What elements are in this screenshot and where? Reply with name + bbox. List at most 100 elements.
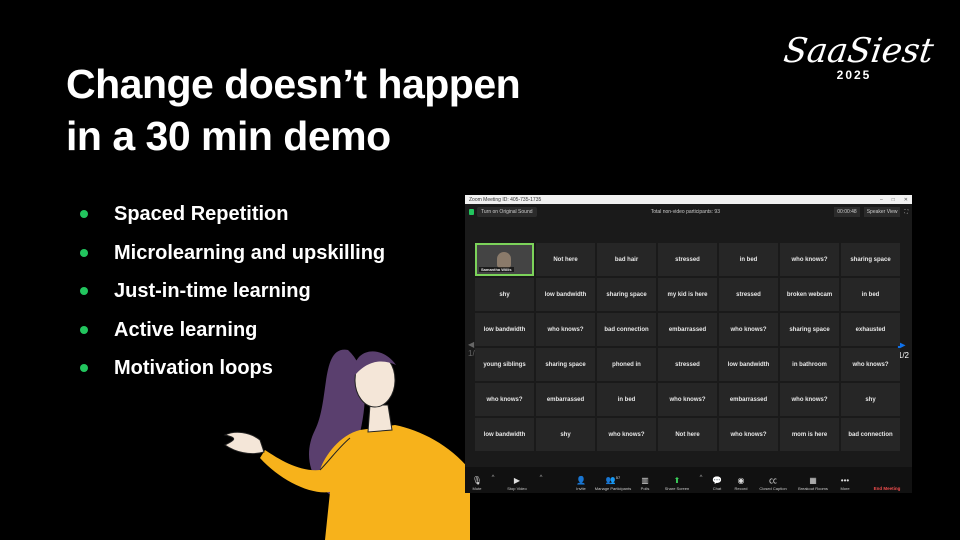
participant-tile[interactable]: low bandwidth	[475, 313, 534, 346]
participant-tile-label: who knows?	[730, 431, 767, 438]
participant-tile[interactable]: sharing space	[780, 313, 839, 346]
more-button[interactable]: ••• More	[833, 476, 857, 491]
participant-name-label: Samantha Willis	[479, 267, 514, 272]
manage-participants-button[interactable]: 👥57 Manage Participants	[593, 473, 633, 491]
mute-button[interactable]: 🎙 Mute	[465, 476, 489, 491]
closed-caption-button[interactable]: ㏄ Closed Caption	[753, 476, 793, 491]
participant-tile-label: low bandwidth	[483, 326, 526, 333]
polls-icon: ▥	[641, 476, 649, 485]
bullet-item: Just-in-time learning	[78, 279, 385, 318]
participant-tile[interactable]: Not here	[536, 243, 595, 276]
zoom-meeting-window: Zoom Meeting ID: 405-735-1735 – □ ✕ Turn…	[465, 195, 912, 493]
slide-title-line-2: in a 30 min demo	[66, 113, 391, 159]
participant-tile-label: low bandwidth	[727, 361, 770, 368]
participant-tile[interactable]: shy	[475, 278, 534, 311]
share-options-caret[interactable]: ^	[697, 475, 705, 481]
maximize-icon[interactable]: □	[892, 197, 895, 203]
participant-tile[interactable]: bad connection	[841, 418, 900, 451]
participant-tile[interactable]: embarrassed	[719, 383, 778, 416]
participant-video-tile[interactable]: Samantha Willis	[475, 243, 534, 276]
participant-tile[interactable]: who knows?	[536, 313, 595, 346]
participant-tile[interactable]: bad hair	[597, 243, 656, 276]
participant-tile[interactable]: stressed	[658, 348, 717, 381]
meeting-timer: 00:00:48	[834, 207, 860, 217]
participant-tile[interactable]: who knows?	[719, 313, 778, 346]
presenter-hand	[223, 431, 265, 455]
participant-tile[interactable]: in bed	[597, 383, 656, 416]
breakout-rooms-icon: ▦	[809, 476, 817, 485]
polls-button[interactable]: ▥ Polls	[633, 476, 657, 491]
participant-tile-label: embarrassed	[729, 396, 768, 403]
participant-tile-label: exhausted	[855, 326, 886, 333]
participant-tile[interactable]: young siblings	[475, 348, 534, 381]
participant-tile[interactable]: shy	[536, 418, 595, 451]
saasiest-logo: SaaSiest 2025	[781, 31, 936, 82]
participant-tile[interactable]: in bathroom	[780, 348, 839, 381]
participant-tile[interactable]: who knows?	[475, 383, 534, 416]
minimize-icon[interactable]: –	[880, 197, 883, 203]
participant-tile-label: broken webcam	[786, 291, 833, 298]
participant-tile[interactable]: who knows?	[780, 383, 839, 416]
bullet-text: Just-in-time learning	[114, 280, 311, 302]
participant-tile[interactable]: stressed	[719, 278, 778, 311]
participant-tile[interactable]: embarrassed	[536, 383, 595, 416]
participant-tile[interactable]: sharing space	[841, 243, 900, 276]
end-meeting-button[interactable]: End Meeting	[868, 486, 906, 491]
participant-tile[interactable]: stressed	[658, 243, 717, 276]
participant-tile-label: who knows?	[791, 396, 828, 403]
breakout-rooms-button[interactable]: ▦ Breakout Rooms	[793, 476, 833, 491]
video-options-caret[interactable]: ^	[537, 475, 545, 481]
bullet-dot	[80, 210, 88, 218]
participant-tile[interactable]: sharing space	[597, 278, 656, 311]
participant-tile-label: low bandwidth	[483, 431, 526, 438]
participant-tile[interactable]: my kid is here	[658, 278, 717, 311]
participant-tile[interactable]: who knows?	[658, 383, 717, 416]
participant-tile[interactable]: broken webcam	[780, 278, 839, 311]
participants-count-label[interactable]: Total non-video participants: 93	[537, 209, 835, 215]
participant-tile-label: young siblings	[483, 361, 526, 368]
participants-badge: 57	[615, 475, 621, 481]
invite-icon: 👤	[576, 476, 586, 485]
participant-tile[interactable]: in bed	[841, 278, 900, 311]
participant-tile-label: embarrassed	[668, 326, 707, 333]
participant-tile[interactable]: phoned in	[597, 348, 656, 381]
encryption-lock-icon[interactable]	[469, 209, 474, 215]
bullet-text: Microlearning and upskilling	[114, 241, 386, 264]
more-icon: •••	[840, 476, 850, 485]
bullet-item: Microlearning and upskilling	[78, 241, 385, 280]
participant-tile[interactable]: mom is here	[780, 418, 839, 451]
participant-tile[interactable]: shy	[841, 383, 900, 416]
record-icon: ◉	[737, 476, 745, 485]
participant-tile-label: shy	[560, 431, 571, 438]
speaker-view-button[interactable]: Speaker View	[863, 207, 901, 217]
presenter-neck	[367, 404, 393, 433]
participant-tile[interactable]: who knows?	[780, 243, 839, 276]
video-camera-icon: ▶	[513, 476, 521, 485]
participant-tile[interactable]: who knows?	[719, 418, 778, 451]
participant-tile[interactable]: sharing space	[536, 348, 595, 381]
record-button[interactable]: ◉ Record	[729, 476, 753, 491]
presenter-illustration	[223, 349, 470, 540]
participant-tile-label: stressed	[736, 291, 761, 298]
participant-tile[interactable]: low bandwidth	[475, 418, 534, 451]
original-sound-button[interactable]: Turn on Original Sound	[477, 207, 537, 217]
chat-button[interactable]: 💬 Chat	[705, 476, 729, 491]
participant-tile-label: Not here	[675, 431, 700, 438]
participant-tile[interactable]: low bandwidth	[719, 348, 778, 381]
participant-tile[interactable]: bad connection	[597, 313, 656, 346]
participant-tile[interactable]: who knows?	[597, 418, 656, 451]
fullscreen-icon[interactable]: ⛶	[904, 209, 908, 215]
stop-video-button[interactable]: ▶ Stop Video	[497, 476, 537, 491]
participant-tile[interactable]: who knows?	[841, 348, 900, 381]
participant-tile[interactable]: embarrassed	[658, 313, 717, 346]
close-icon[interactable]: ✕	[904, 197, 908, 203]
participant-tile[interactable]: Not here	[658, 418, 717, 451]
participant-tile[interactable]: in bed	[719, 243, 778, 276]
participant-tile[interactable]: low bandwidth	[536, 278, 595, 311]
share-screen-button[interactable]: ⬆ Share Screen	[657, 476, 697, 491]
invite-button[interactable]: 👤 Invite	[569, 476, 593, 491]
participant-tile-label: mom is here	[791, 431, 828, 438]
chat-icon: 💬	[712, 476, 722, 485]
participant-tile[interactable]: exhausted	[841, 313, 900, 346]
audio-options-caret[interactable]: ^	[489, 475, 497, 481]
